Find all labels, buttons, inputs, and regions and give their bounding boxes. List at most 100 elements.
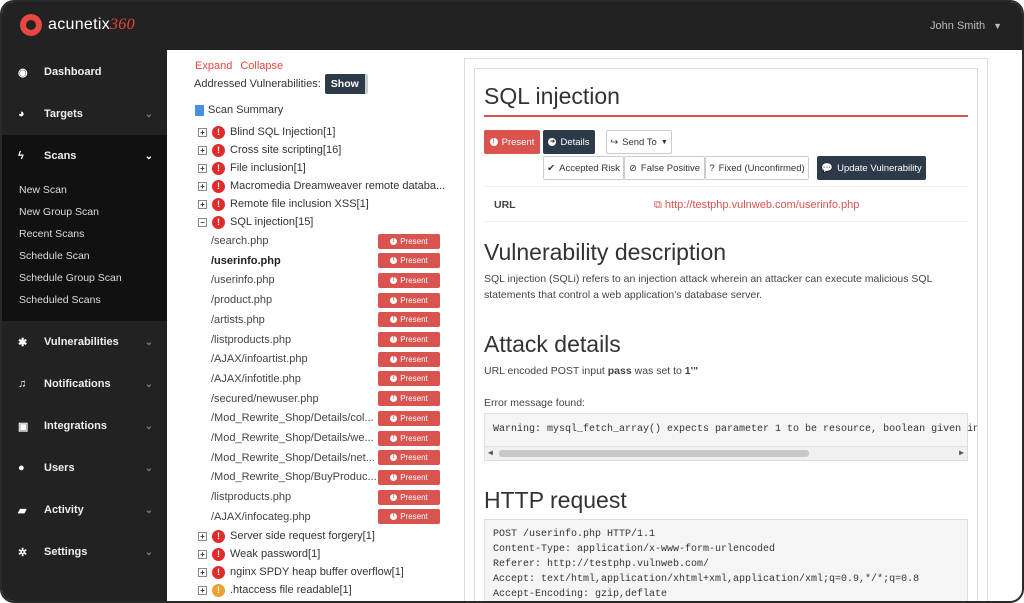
user-menu[interactable]: John Smith ▼	[930, 20, 1002, 32]
path-link[interactable]: /AJAX/infoartist.php	[211, 353, 378, 365]
tree-group-item[interactable]: +! Server side request forgery[1]	[198, 528, 375, 544]
expand-icon[interactable]: +	[198, 585, 207, 595]
sidebar-item-label: Users	[44, 462, 75, 474]
tree-group-item[interactable]: +! File inclusion[1]	[198, 160, 306, 176]
path-link[interactable]: /Mod_Rewrite_Shop/Details/net...	[211, 452, 378, 464]
sidebar-item-users[interactable]: ● Users ⌄	[2, 447, 167, 489]
tree-group-item[interactable]: +! Weak password[1]	[198, 546, 320, 562]
expand-icon[interactable]: +	[198, 163, 207, 173]
details-button[interactable]: ➜ Details	[543, 130, 595, 154]
scroll-left-icon[interactable]: ◀	[488, 448, 493, 458]
sidebar-item-activity[interactable]: ▰ Activity ⌄	[2, 489, 167, 531]
vulnerability-path-row[interactable]: /userinfo.php! Present	[211, 252, 441, 270]
caret-down-icon: ▼	[660, 138, 668, 146]
vulnerability-path-row[interactable]: /AJAX/infotitle.php! Present	[211, 370, 441, 388]
expand-icon[interactable]: +	[198, 531, 207, 541]
expand-icon[interactable]: +	[198, 199, 207, 209]
fixed-unconfirmed-button[interactable]: ? Fixed (Unconfirmed)	[705, 156, 809, 180]
path-link[interactable]: /userinfo.php	[211, 255, 378, 267]
sidebar-item-vulnerabilities[interactable]: ✱ Vulnerabilities ⌄	[2, 321, 167, 363]
submenu-new-group-scan[interactable]: New Group Scan	[2, 201, 167, 223]
vulnerability-path-row[interactable]: /Mod_Rewrite_Shop/Details/col...! Present	[211, 409, 441, 427]
tree-group-item[interactable]: +! nginx SPDY heap buffer overflow[1]	[198, 564, 404, 580]
vulnerability-path-row[interactable]: /artists.php! Present	[211, 311, 441, 329]
expand-icon[interactable]: +	[198, 549, 207, 559]
path-link[interactable]: /userinfo.php	[211, 274, 378, 286]
submenu-new-scan[interactable]: New Scan	[2, 179, 167, 201]
brand-name: acunetix	[48, 16, 110, 33]
sidebar-item-integrations[interactable]: ▣ Integrations ⌄	[2, 405, 167, 447]
expand-icon[interactable]: +	[198, 127, 207, 137]
path-link[interactable]: /AJAX/infocateg.php	[211, 511, 378, 523]
logo[interactable]: acunetix360	[20, 14, 135, 36]
exclamation-icon: !	[390, 493, 398, 501]
tree-group-label: Macromedia Dreamweaver remote databa...	[230, 180, 446, 192]
vulnerability-path-row[interactable]: /secured/newuser.php! Present	[211, 390, 441, 408]
top-bar: acunetix360 John Smith ▼	[2, 2, 1022, 50]
expand-icon[interactable]: +	[198, 567, 207, 577]
submenu-schedule-group-scan[interactable]: Schedule Group Scan	[2, 267, 167, 289]
path-link[interactable]: /listproducts.php	[211, 491, 378, 503]
vulnerability-path-row[interactable]: /listproducts.php! Present	[211, 488, 441, 506]
update-vulnerability-button[interactable]: 💬 Update Vulnerability	[817, 156, 926, 180]
accepted-risk-label: Accepted Risk	[559, 162, 620, 174]
false-positive-label: False Positive	[640, 162, 701, 174]
vulnerability-path-row[interactable]: /Mod_Rewrite_Shop/BuyProduc...! Present	[211, 468, 441, 486]
path-link[interactable]: /product.php	[211, 294, 378, 306]
url-link[interactable]: ⧉ http://testphp.vulnweb.com/userinfo.ph…	[654, 199, 859, 212]
path-link[interactable]: /secured/newuser.php	[211, 393, 378, 405]
accepted-risk-button[interactable]: ✔ Accepted Risk	[543, 156, 624, 180]
present-badge-label: Present	[400, 295, 428, 305]
submenu-recent-scans[interactable]: Recent Scans	[2, 223, 167, 245]
sidebar-item-targets[interactable]: ◕ Targets ⌄	[2, 93, 167, 135]
tree-group-item[interactable]: +! Cross site scripting[16]	[198, 142, 341, 158]
path-link[interactable]: /Mod_Rewrite_Shop/Details/we...	[211, 432, 378, 444]
brand-number: 360	[110, 16, 135, 33]
vulnerability-path-row[interactable]: /Mod_Rewrite_Shop/Details/net...! Present	[211, 449, 441, 467]
tree-group-item[interactable]: +! Blind SQL Injection[1]	[198, 124, 335, 140]
vulnerability-path-row[interactable]: /listproducts.php! Present	[211, 331, 441, 349]
sidebar-item-settings[interactable]: ✲ Settings ⌄	[2, 531, 167, 573]
vulnerability-path-row[interactable]: /AJAX/infoartist.php! Present	[211, 350, 441, 368]
gear-icon: ✲	[18, 546, 28, 559]
false-positive-button[interactable]: ⊘ False Positive	[624, 156, 705, 180]
tree-group-item[interactable]: +! Remote file inclusion XSS[1]	[198, 196, 369, 212]
url-row: URL ⧉ http://testphp.vulnweb.com/userinf…	[484, 186, 968, 222]
scan-summary-link[interactable]: Scan Summary	[195, 104, 283, 116]
expand-link[interactable]: Expand	[195, 60, 232, 72]
vulnerability-path-row[interactable]: /userinfo.php! Present	[211, 271, 441, 289]
path-link[interactable]: /listproducts.php	[211, 334, 378, 346]
severity-high-icon: !	[212, 583, 225, 597]
http-request-heading: HTTP request	[484, 487, 627, 513]
path-link[interactable]: /Mod_Rewrite_Shop/Details/col...	[211, 412, 378, 424]
expand-icon[interactable]: +	[198, 181, 207, 191]
vulnerability-path-row[interactable]: /search.php! Present	[211, 232, 441, 250]
path-link[interactable]: /search.php	[211, 235, 378, 247]
submenu-scheduled-scans[interactable]: Scheduled Scans	[2, 289, 167, 311]
vuln-description-text: SQL injection (SQLi) refers to an inject…	[484, 273, 933, 301]
present-status-button[interactable]: ! Present	[484, 130, 540, 154]
sidebar-item-notifications[interactable]: ♫ Notifications ⌄	[2, 363, 167, 405]
vulnerability-path-row[interactable]: /product.php! Present	[211, 291, 441, 309]
scroll-right-icon[interactable]: ▶	[959, 448, 964, 458]
show-toggle-button[interactable]: Show	[324, 74, 368, 94]
submenu-schedule-scan[interactable]: Schedule Scan	[2, 245, 167, 267]
path-link[interactable]: /Mod_Rewrite_Shop/BuyProduc...	[211, 471, 378, 483]
path-link[interactable]: /artists.php	[211, 314, 378, 326]
vulnerability-path-row[interactable]: /AJAX/infocateg.php! Present	[211, 508, 441, 526]
expand-icon[interactable]: +	[198, 145, 207, 155]
tree-group-item[interactable]: +! Macromedia Dreamweaver remote databa..…	[198, 178, 445, 194]
tree-group-item[interactable]: −! SQL injection[15]	[198, 214, 313, 230]
path-link[interactable]: /AJAX/infotitle.php	[211, 373, 378, 385]
send-to-dropdown[interactable]: ↪ Send To ▼	[606, 130, 672, 154]
url-value: http://testphp.vulnweb.com/userinfo.php	[664, 199, 860, 211]
sidebar-item-dashboard[interactable]: ◉ Dashboard	[2, 51, 167, 93]
tree-group-item[interactable]: +! .htaccess file readable[1]	[198, 582, 352, 598]
vulnerability-path-row[interactable]: /Mod_Rewrite_Shop/Details/we...! Present	[211, 429, 441, 447]
horizontal-scrollbar[interactable]: ◀ ▶	[485, 446, 967, 460]
collapse-icon[interactable]: −	[198, 217, 207, 227]
sidebar-item-scans[interactable]: ϟ Scans ⌄	[2, 135, 167, 177]
scrollbar-thumb[interactable]	[499, 450, 809, 457]
error-code-line: Warning: mysql_fetch_array() expects par…	[493, 424, 978, 435]
collapse-link[interactable]: Collapse	[240, 60, 283, 72]
